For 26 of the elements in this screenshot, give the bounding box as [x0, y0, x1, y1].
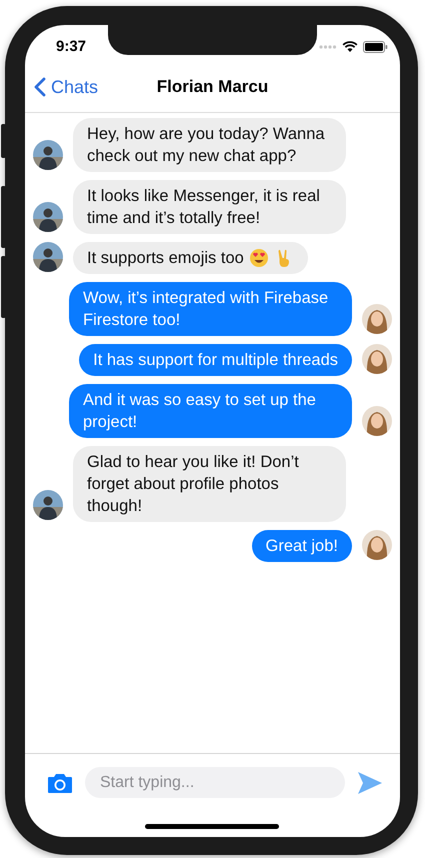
avatar-icon — [33, 140, 63, 170]
received-message: Hey, how are you today? Wanna check out my new chat app? — [73, 118, 346, 172]
battery-icon — [363, 40, 388, 52]
send-button[interactable] — [357, 770, 383, 794]
wifi-icon — [342, 40, 358, 52]
avatar-icon — [362, 344, 392, 374]
sent-message: And it was so easy to set up the project! — [69, 384, 352, 438]
signal-icon — [319, 44, 337, 48]
received-message: It looks like Messenger, it is real time and it’s totally free! — [73, 180, 346, 234]
avatar-icon — [362, 406, 392, 436]
message-input[interactable]: Start typing... — [85, 767, 345, 798]
received-message: Glad to hear you like it! Don’t forget about profile photos though! — [73, 446, 346, 522]
avatar-icon — [362, 304, 392, 334]
avatar-icon — [362, 530, 392, 560]
camera-button[interactable] — [47, 772, 73, 794]
avatar-icon — [33, 490, 63, 520]
back-button[interactable]: Chats — [25, 76, 98, 98]
sent-message: Wow, it’s integrated with Firebase Firestore too! — [69, 282, 352, 336]
status-time: 9:37 — [56, 38, 86, 55]
received-message: It supports emojis too — [73, 242, 308, 274]
avatar-icon — [33, 242, 63, 272]
avatar-icon — [33, 202, 63, 232]
sent-message: It has support for multiple threads — [79, 344, 352, 376]
sent-message: Great job! — [252, 530, 352, 562]
chat-title: Florian Marcu — [156, 77, 268, 97]
chevron-left-icon — [34, 77, 46, 97]
